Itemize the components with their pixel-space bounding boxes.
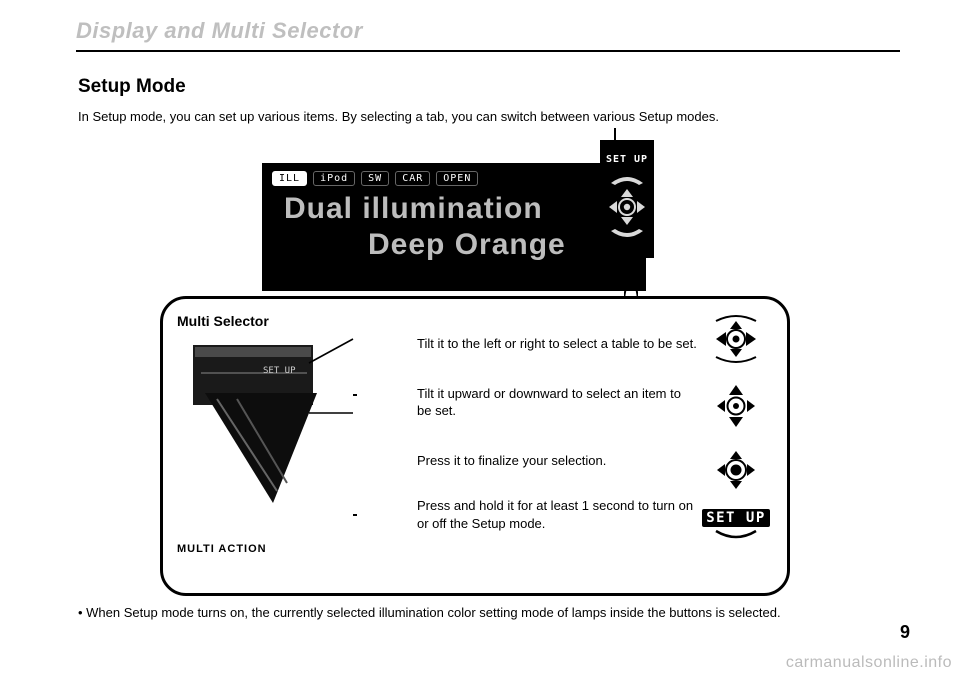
instruction-panel: Multi Selector SET UP xyxy=(160,296,790,596)
arc-hold-icon xyxy=(712,529,760,543)
multi-selector-heading: Multi Selector xyxy=(177,313,269,329)
setup-callout: SET UP xyxy=(600,140,654,258)
tilt-left-right-icon xyxy=(708,311,764,367)
arc-bottom-icon xyxy=(607,227,647,245)
section-intro: In Setup mode, you can set up various it… xyxy=(78,108,898,126)
tab-sw: SW xyxy=(361,171,389,186)
page-number: 9 xyxy=(900,622,910,643)
tab-row: ILL iPod SW CAR OPEN xyxy=(262,163,646,186)
arc-top-icon xyxy=(607,169,647,187)
tab-car: CAR xyxy=(395,171,430,186)
hold-setup-icon: SET UP xyxy=(702,509,770,543)
svg-text:SET UP: SET UP xyxy=(263,366,296,376)
page-title: Display and Multi Selector xyxy=(76,18,900,44)
multi-action-heading: MULTI ACTION xyxy=(177,543,267,555)
press-icon xyxy=(711,445,761,495)
section-heading: Setup Mode xyxy=(78,76,186,98)
op-hold-text: Press and hold it for at least 1 second … xyxy=(417,497,699,532)
watermark: carmanualsonline.info xyxy=(786,654,952,672)
header-rule xyxy=(76,50,900,52)
setup-tab-label: SET UP xyxy=(606,154,648,165)
op-tilt-ud-text: Tilt it upward or downward to select an … xyxy=(417,385,699,420)
device-display: ILL iPod SW CAR OPEN Dual illumination D… xyxy=(262,163,646,291)
footnote: • When Setup mode turns on, the currentl… xyxy=(78,604,898,622)
op-tilt-lr-text: Tilt it to the left or right to select a… xyxy=(417,335,699,353)
callout-leader-bottom xyxy=(624,258,638,298)
setup-label: SET UP xyxy=(702,509,770,527)
display-line-2: Deep Orange xyxy=(284,228,646,262)
tab-open: OPEN xyxy=(436,171,478,186)
multi-selector-photo: SET UP xyxy=(177,333,357,533)
tab-ill: ILL xyxy=(272,171,307,186)
display-line-1: Dual illumination xyxy=(284,192,646,226)
op-press-text: Press it to finalize your selection. xyxy=(417,452,699,470)
tab-ipod: iPod xyxy=(313,171,355,186)
tilt-up-down-icon xyxy=(711,381,761,431)
multi-selector-icon xyxy=(607,187,647,227)
